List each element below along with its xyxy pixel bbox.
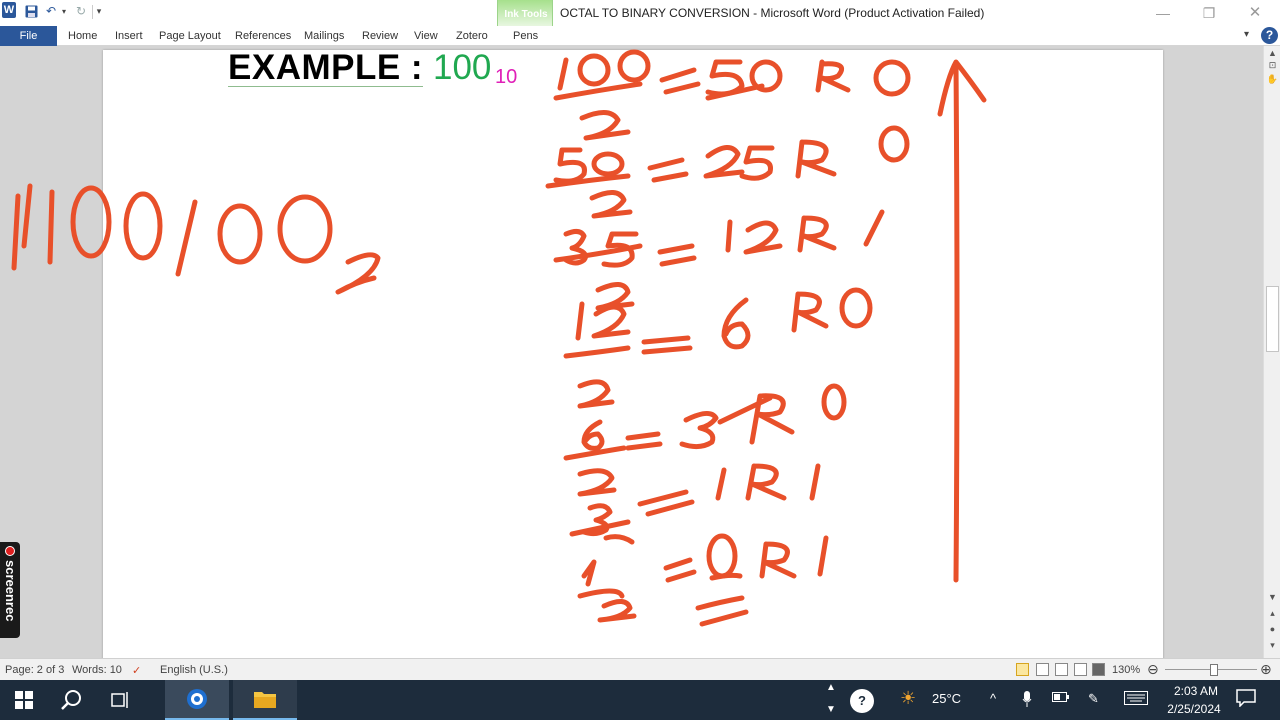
qat-separator bbox=[92, 5, 93, 19]
draft-view-icon[interactable] bbox=[1092, 663, 1105, 676]
division-row-4 bbox=[563, 287, 873, 359]
division-row-7 bbox=[569, 503, 829, 627]
search-icon[interactable] bbox=[48, 680, 96, 720]
restore-icon[interactable]: ❐ bbox=[1194, 4, 1224, 22]
status-bar: Page: 2 of 3 Words: 10 ✓ English (U.S.) … bbox=[0, 658, 1280, 680]
microphone-icon[interactable] bbox=[1022, 691, 1032, 710]
zoom-slider-thumb[interactable] bbox=[1210, 664, 1218, 676]
language[interactable]: English (U.S.) bbox=[160, 664, 228, 676]
zoom-in-icon[interactable]: ⊕ bbox=[1260, 661, 1272, 678]
outline-view-icon[interactable] bbox=[1074, 663, 1087, 676]
ink-annotations bbox=[11, 49, 987, 627]
division-row-2 bbox=[545, 125, 910, 219]
minimize-icon[interactable]: — bbox=[1148, 4, 1178, 22]
vertical-scrollbar[interactable]: ▲ ⊡ ✋ ▼ ▴ ● ▾ bbox=[1263, 46, 1280, 658]
word-count[interactable]: Words: 10 bbox=[72, 664, 122, 676]
browse-object-icon[interactable]: ● bbox=[1266, 624, 1279, 634]
division-row-3 bbox=[553, 209, 885, 311]
division-row-1 bbox=[553, 49, 911, 141]
taskbar-app-file-explorer[interactable] bbox=[233, 680, 297, 720]
weather-icon[interactable]: ☀ bbox=[900, 688, 916, 709]
page-count[interactable]: Page: 2 of 3 bbox=[5, 664, 64, 676]
word-logo-icon[interactable]: W bbox=[2, 2, 16, 18]
document-area: EXAMPLE : 100 10 bbox=[0, 46, 1263, 658]
window-title: OCTAL TO BINARY CONVERSION - Microsoft W… bbox=[560, 6, 985, 20]
ruler-icon[interactable]: ⊡ bbox=[1266, 60, 1279, 71]
proofing-icon[interactable]: ✓ bbox=[132, 664, 141, 677]
save-icon[interactable] bbox=[24, 2, 38, 20]
division-row-5 bbox=[563, 379, 847, 461]
record-dot-icon bbox=[5, 546, 15, 556]
scroll-thumb[interactable] bbox=[1266, 286, 1279, 352]
taskbar: ▲ ▼ ? ☀ 25°C ^ ✎ 2:03 AM 2/25/2024 bbox=[0, 680, 1280, 720]
tab-references[interactable]: References bbox=[235, 26, 291, 46]
ink-tools-label: Ink Tools bbox=[504, 9, 548, 20]
file-tab[interactable]: File bbox=[0, 26, 57, 46]
print-layout-view-icon[interactable] bbox=[1016, 663, 1029, 676]
zoom-out-icon[interactable]: ⊖ bbox=[1147, 661, 1159, 678]
tab-home[interactable]: Home bbox=[68, 26, 97, 46]
previous-page-icon[interactable]: ▴ bbox=[1266, 608, 1279, 619]
zoom-level[interactable]: 130% bbox=[1112, 664, 1140, 676]
task-view-icon[interactable] bbox=[96, 680, 144, 720]
help-question-icon[interactable]: ? bbox=[850, 689, 874, 713]
clock-date[interactable]: 2/25/2024 bbox=[1160, 702, 1228, 716]
division-row-6 bbox=[577, 463, 821, 517]
redo-icon[interactable]: ↻ bbox=[74, 2, 88, 20]
scroll-up-tray-icon[interactable]: ▲ bbox=[826, 682, 836, 693]
pan-icon[interactable]: ✋ bbox=[1266, 74, 1279, 85]
clock-time[interactable]: 2:03 AM bbox=[1168, 684, 1224, 698]
web-layout-view-icon[interactable] bbox=[1055, 663, 1068, 676]
tab-zotero[interactable]: Zotero bbox=[456, 26, 488, 46]
windows-start-icon[interactable] bbox=[0, 680, 48, 720]
battery-icon[interactable] bbox=[1052, 691, 1070, 706]
scroll-down-icon[interactable]: ▼ bbox=[1266, 592, 1279, 602]
keyboard-icon[interactable] bbox=[1124, 691, 1148, 708]
scroll-up-icon[interactable]: ▲ bbox=[1266, 48, 1279, 58]
full-screen-reading-view-icon[interactable] bbox=[1036, 663, 1049, 676]
weather-temperature[interactable]: 25°C bbox=[932, 691, 961, 706]
upward-arrow bbox=[937, 59, 987, 583]
screenrec-text: screenrec bbox=[3, 560, 18, 622]
undo-dropdown-icon[interactable]: ▾ bbox=[60, 2, 68, 20]
next-page-icon[interactable]: ▾ bbox=[1266, 640, 1279, 651]
notifications-icon[interactable] bbox=[1236, 689, 1256, 710]
tab-insert[interactable]: Insert bbox=[115, 26, 143, 46]
taskbar-app-screenrec[interactable] bbox=[165, 680, 229, 720]
customize-qat-icon[interactable]: ▾ bbox=[95, 2, 103, 20]
tab-pens[interactable]: Pens bbox=[513, 26, 538, 46]
tab-page-layout[interactable]: Page Layout bbox=[159, 26, 221, 46]
tab-view[interactable]: View bbox=[414, 26, 438, 46]
collapse-ribbon-icon[interactable]: ▾ bbox=[1244, 29, 1249, 40]
screenrec-watermark: screenrec bbox=[0, 542, 20, 638]
ribbon-tabs: File Home Insert Page Layout References … bbox=[0, 26, 1280, 46]
help-icon[interactable]: ? bbox=[1261, 27, 1278, 44]
pen-icon[interactable]: ✎ bbox=[1088, 691, 1099, 707]
tab-review[interactable]: Review bbox=[362, 26, 398, 46]
show-hidden-icons-icon[interactable]: ^ bbox=[990, 691, 996, 706]
handwritten-result bbox=[11, 183, 381, 295]
scroll-down-tray-icon[interactable]: ▼ bbox=[826, 704, 836, 715]
undo-icon[interactable]: ↶ bbox=[44, 2, 58, 20]
tab-mailings[interactable]: Mailings bbox=[304, 26, 344, 46]
close-icon[interactable]: ✕ bbox=[1240, 4, 1270, 22]
title-bar: W ↶ ▾ ↻ ▾ Ink Tools OCTAL TO BINARY CONV… bbox=[0, 0, 1280, 46]
